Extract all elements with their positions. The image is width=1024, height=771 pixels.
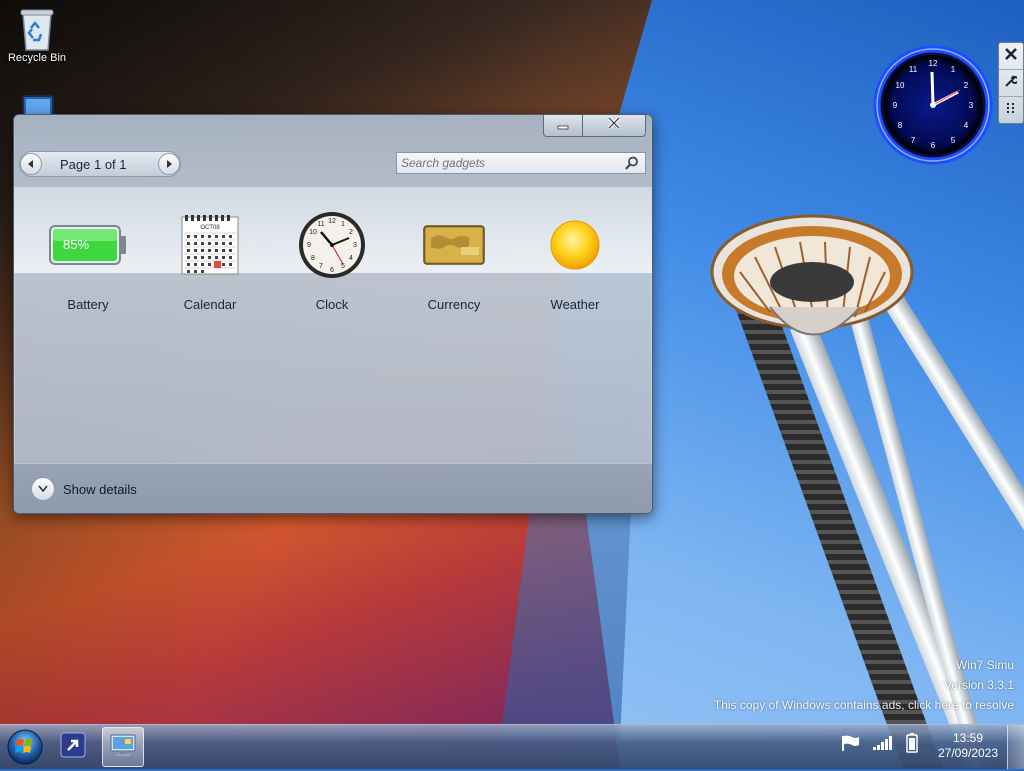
page-navigator: Page 1 of 1 — [19, 151, 181, 177]
gadget-item-calendar[interactable]: OCT08 Calendar — [150, 205, 270, 312]
battery-icon[interactable] — [906, 733, 918, 758]
taskbar: 13:59 27/09/2023 — [0, 724, 1024, 769]
gadget-item-currency[interactable]: Currency — [394, 205, 514, 312]
svg-text:9: 9 — [307, 242, 311, 249]
action-center-flag-icon[interactable] — [840, 734, 860, 757]
start-button[interactable] — [6, 728, 44, 766]
close-icon — [607, 116, 621, 135]
svg-text:7: 7 — [319, 263, 323, 270]
chevron-right-icon — [165, 155, 173, 173]
svg-text:5: 5 — [951, 136, 956, 145]
desktop-clock-gadget[interactable]: 12 1 2 3 45 6 7 8 9 10 11 — [872, 44, 994, 166]
search-input[interactable] — [397, 153, 621, 173]
windows-start-icon — [7, 729, 43, 765]
taskbar-clock[interactable]: 13:59 27/09/2023 — [928, 731, 1008, 761]
watermark-ad-notice[interactable]: This copy of Windows contains ads, click… — [714, 695, 1014, 715]
battery-level-text: 85% — [63, 237, 89, 252]
shortcut-arrow-icon — [60, 732, 86, 763]
system-tray — [840, 733, 930, 758]
svg-text:8: 8 — [898, 121, 903, 130]
svg-text:11: 11 — [909, 65, 918, 74]
svg-text:4: 4 — [964, 121, 969, 130]
battery-icon: 85% — [28, 205, 148, 285]
watermark: Win7 Simu Version 3.3.1 This copy of Win… — [714, 655, 1014, 715]
taskbar-date: 27/09/2023 — [937, 746, 999, 760]
search-icon[interactable] — [625, 156, 639, 175]
desktop-icon-label: Recycle Bin — [7, 52, 67, 64]
gadget-window-footer: Show details — [14, 463, 652, 513]
close-button[interactable] — [583, 115, 646, 137]
calendar-icon: OCT08 — [150, 205, 270, 285]
clock-icon: 12 1 2 3 4567 8 9 10 11 — [272, 205, 392, 285]
desktop-icon-recycle-bin[interactable]: Recycle Bin — [0, 6, 74, 64]
calendar-month: OCT08 — [200, 225, 220, 231]
show-details-button[interactable]: Show details — [31, 477, 137, 501]
recycle-bin-icon — [17, 6, 57, 51]
svg-text:6: 6 — [931, 141, 936, 150]
gadget-item-weather[interactable]: Weather — [515, 205, 635, 312]
svg-text:7: 7 — [911, 136, 916, 145]
svg-text:12: 12 — [328, 218, 336, 225]
page-indicator: Page 1 of 1 — [60, 156, 127, 172]
close-icon — [1005, 47, 1017, 65]
svg-text:4: 4 — [349, 255, 353, 262]
minimize-button[interactable] — [543, 115, 583, 137]
svg-text:1: 1 — [341, 221, 345, 228]
gadget-item-battery[interactable]: 85% Battery — [28, 205, 148, 312]
display-icon — [109, 732, 137, 763]
gadget-drag-handle[interactable] — [999, 97, 1023, 123]
taskbar-time: 13:59 — [952, 731, 984, 745]
wrench-icon — [1005, 74, 1019, 92]
svg-text:11: 11 — [317, 221, 324, 228]
gadget-name: Weather — [550, 297, 600, 312]
gadget-item-clock[interactable]: 12 1 2 3 4567 8 9 10 11 Clock — [272, 205, 392, 312]
network-signal-icon[interactable] — [872, 735, 894, 756]
show-details-label: Show details — [63, 481, 137, 497]
currency-icon — [394, 205, 514, 285]
svg-text:1: 1 — [951, 65, 956, 74]
gadget-options-button[interactable] — [999, 70, 1023, 97]
watermark-title: Win7 Simu — [955, 658, 1014, 672]
svg-text:5: 5 — [341, 263, 345, 270]
gadget-name: Calendar — [183, 297, 237, 312]
taskbar-gadgets-window[interactable] — [102, 727, 144, 767]
previous-page-button[interactable] — [20, 153, 42, 175]
svg-text:10: 10 — [309, 229, 317, 236]
next-page-button[interactable] — [158, 153, 180, 175]
gadget-close-button[interactable] — [999, 43, 1023, 70]
gadget-gallery-window: Page 1 of 1 85% Battery — [13, 114, 653, 514]
chevron-left-icon — [27, 155, 35, 173]
search-box — [396, 152, 646, 174]
svg-text:8: 8 — [311, 255, 315, 262]
svg-text:2: 2 — [349, 229, 353, 236]
svg-text:3: 3 — [969, 101, 974, 110]
svg-text:10: 10 — [896, 81, 905, 90]
gadget-name: Battery — [67, 297, 109, 312]
window-controls — [543, 115, 646, 137]
taskbar-pinned-shortcut[interactable] — [52, 727, 94, 767]
gadget-toolbar — [998, 42, 1024, 124]
drag-handle-icon — [1006, 101, 1016, 119]
gadget-name: Currency — [427, 297, 481, 312]
chevron-down-icon — [31, 477, 55, 501]
minimize-icon — [557, 117, 569, 135]
svg-text:9: 9 — [893, 101, 898, 110]
svg-text:2: 2 — [964, 81, 969, 90]
watermark-version: Version 3.3.1 — [943, 678, 1014, 692]
svg-text:12: 12 — [929, 59, 938, 68]
gadget-name: Clock — [315, 297, 349, 312]
sun-icon — [515, 205, 635, 285]
show-desktop-button[interactable] — [1007, 725, 1024, 769]
svg-text:6: 6 — [330, 267, 334, 274]
svg-text:3: 3 — [353, 242, 357, 249]
